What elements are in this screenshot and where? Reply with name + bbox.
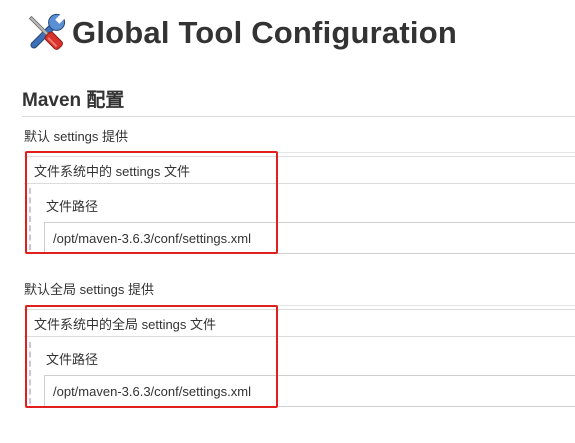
- maven-section-title: Maven 配置: [22, 85, 575, 117]
- global-settings-provider-select[interactable]: 文件系统中的全局 settings 文件: [24, 309, 575, 337]
- divider: [24, 152, 575, 153]
- nest-indicator: [29, 188, 31, 250]
- global-settings-path-label: 文件路径: [46, 352, 99, 367]
- settings-provider-select[interactable]: 文件系统中的 settings 文件: [24, 156, 575, 184]
- global-settings-path-input[interactable]: /opt/maven-3.6.3/conf/settings.xml: [44, 375, 575, 407]
- settings-path-input[interactable]: /opt/maven-3.6.3/conf/settings.xml: [44, 222, 575, 254]
- divider: [24, 305, 575, 306]
- settings-path-value: /opt/maven-3.6.3/conf/settings.xml: [53, 230, 251, 246]
- page-title: Global Tool Configuration: [72, 15, 457, 50]
- global-settings-provider-value: 文件系统中的全局 settings 文件: [34, 316, 217, 332]
- global-settings-path-value: /opt/maven-3.6.3/conf/settings.xml: [53, 383, 251, 399]
- tools-icon: [28, 13, 66, 50]
- page-header: Global Tool Configuration: [22, 8, 457, 58]
- settings-path-label: 文件路径: [46, 199, 99, 214]
- settings-provider-value: 文件系统中的 settings 文件: [34, 163, 191, 179]
- nest-indicator: [29, 342, 31, 404]
- global-settings-provider-label: 默认全局 settings 提供: [24, 282, 155, 297]
- settings-provider-label: 默认 settings 提供: [24, 129, 129, 144]
